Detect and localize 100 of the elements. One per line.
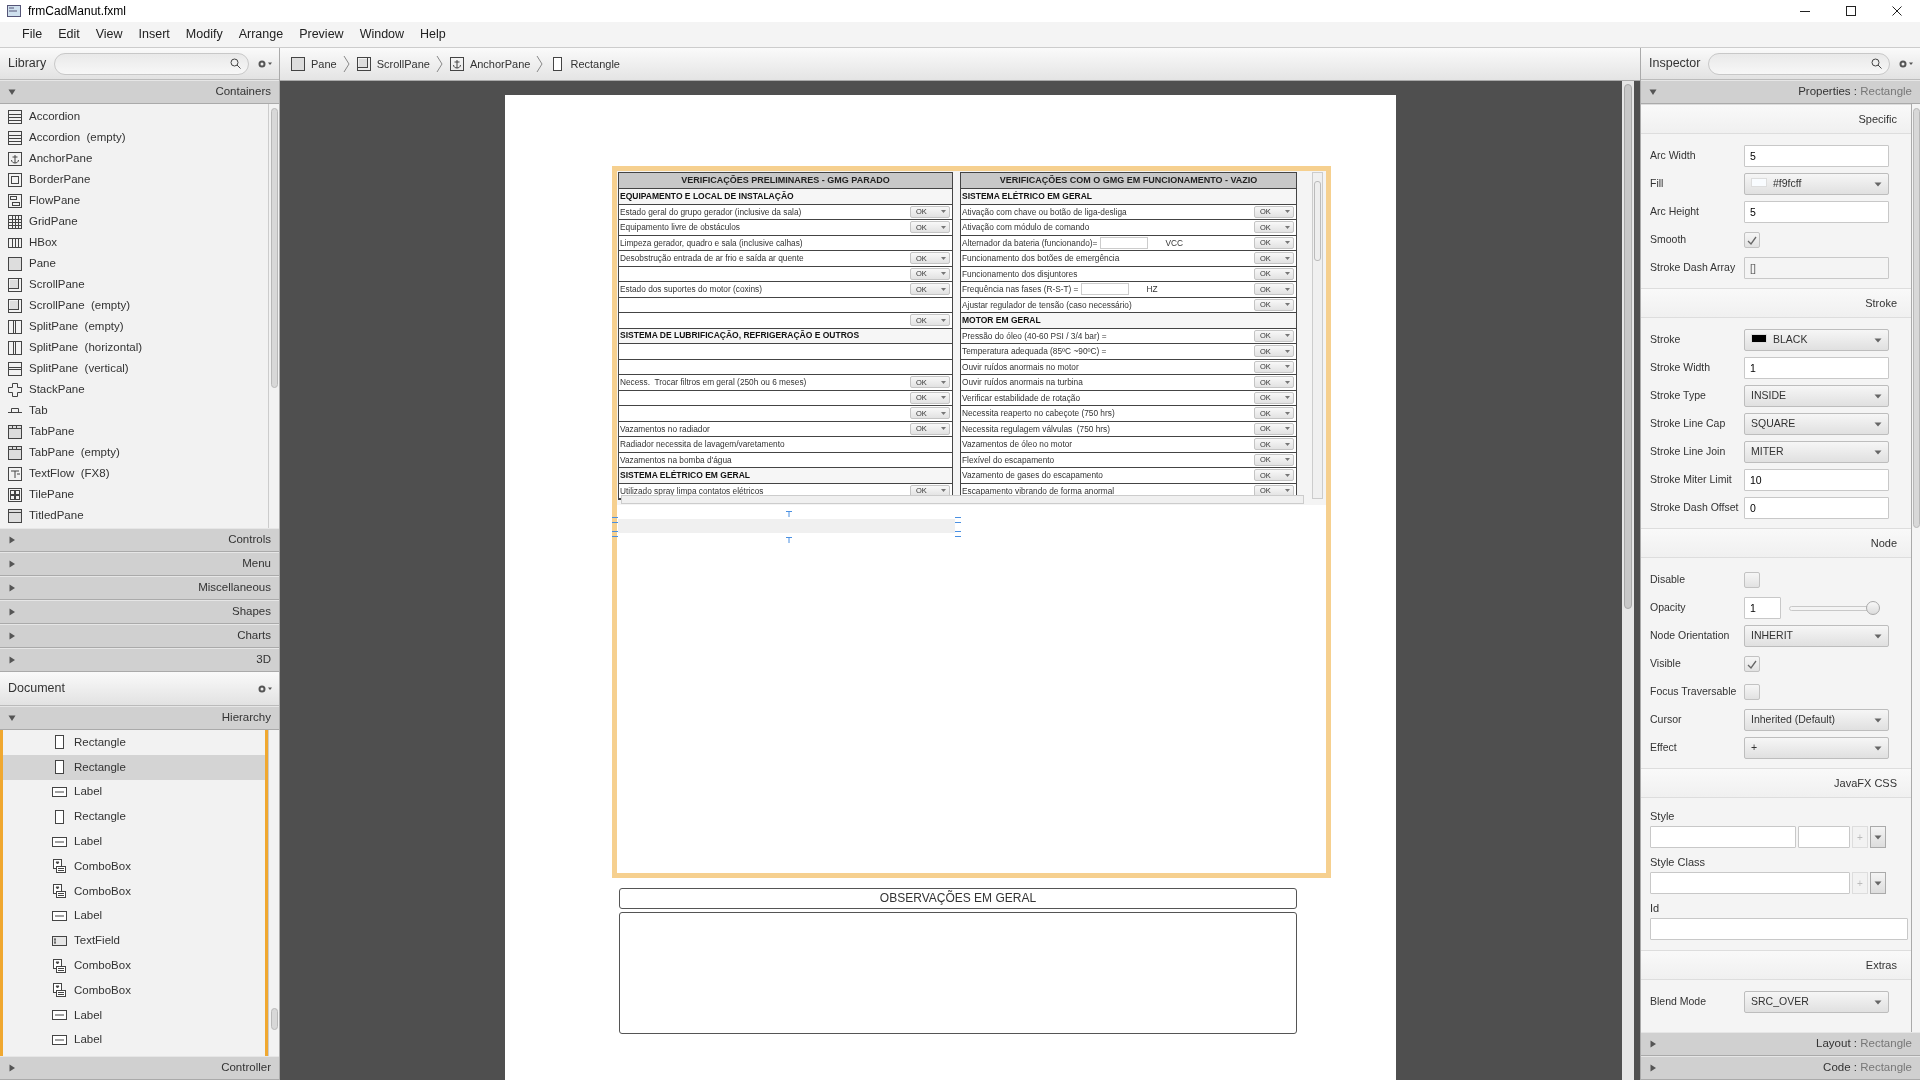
library-item[interactable]: ScrollPane (empty) xyxy=(0,295,268,316)
hierarchy-item[interactable]: TextField xyxy=(3,928,265,954)
hierarchy-item[interactable]: Rectangle xyxy=(3,804,265,830)
gear-menu-icon[interactable] xyxy=(257,58,273,69)
hierarchy-item[interactable]: Rectangle xyxy=(3,754,265,780)
library-item[interactable]: GridPane xyxy=(0,211,268,232)
expand-arrow-icon[interactable] xyxy=(8,608,16,616)
gear-menu-icon[interactable] xyxy=(257,683,273,694)
property-dropdown[interactable]: INHERIT xyxy=(1744,625,1889,647)
menu-item[interactable]: Edit xyxy=(50,23,88,46)
expand-arrow-icon[interactable] xyxy=(8,536,16,544)
input-field[interactable] xyxy=(1081,283,1130,296)
section-header[interactable]: Code : Rectangle xyxy=(1641,1056,1920,1080)
property-dropdown[interactable]: Inherited (Default) xyxy=(1744,709,1889,731)
menu-item[interactable]: Window xyxy=(351,23,413,46)
collapse-arrow-icon[interactable] xyxy=(8,88,16,96)
hierarchy-item[interactable]: ComboBox xyxy=(3,878,265,904)
hierarchy-item[interactable]: ComboBox xyxy=(3,977,265,1003)
section-header[interactable]: Containers xyxy=(0,80,279,104)
resize-handle-icon[interactable] xyxy=(612,517,618,523)
resize-handle-icon[interactable] xyxy=(955,517,961,523)
section-header[interactable]: Controller xyxy=(0,1056,279,1080)
expand-arrow-icon[interactable] xyxy=(8,560,16,568)
color-picker[interactable]: #f9fcff xyxy=(1744,173,1889,195)
hierarchy-item[interactable]: Label xyxy=(3,829,265,854)
resize-handle-icon[interactable] xyxy=(786,537,792,543)
menu-item[interactable]: Arrange xyxy=(230,23,292,46)
property-dropdown[interactable]: MITER xyxy=(1744,441,1889,463)
section-header[interactable]: Menu xyxy=(0,552,279,576)
hierarchy-item[interactable]: Rectangle xyxy=(3,730,265,755)
library-item[interactable]: StackPane xyxy=(0,379,268,400)
property-field[interactable]: 0 xyxy=(1744,497,1889,519)
property-field[interactable]: 5 xyxy=(1744,145,1889,167)
breadcrumb-item[interactable]: ScrollPane xyxy=(353,55,432,73)
style-field[interactable] xyxy=(1650,826,1796,848)
menu-item[interactable]: File xyxy=(14,23,51,46)
search-field[interactable] xyxy=(1708,52,1890,75)
checkbox[interactable] xyxy=(1744,572,1760,588)
menu-item[interactable]: View xyxy=(87,23,131,46)
collapse-arrow-icon[interactable] xyxy=(1649,88,1657,96)
menu-item[interactable]: Preview xyxy=(291,23,352,46)
library-item[interactable]: TextFlow (FX8) xyxy=(0,463,268,484)
collapse-arrow-icon[interactable] xyxy=(8,714,16,722)
scrollbar[interactable] xyxy=(1911,104,1920,1032)
property-field[interactable]: 5 xyxy=(1744,201,1889,223)
resize-handle-icon[interactable] xyxy=(612,531,618,537)
input-field[interactable] xyxy=(1100,236,1149,249)
section-header[interactable]: Shapes xyxy=(0,600,279,624)
menu-item[interactable]: Help xyxy=(412,23,454,46)
slider-thumb[interactable] xyxy=(1866,600,1880,615)
gear-menu-icon[interactable] xyxy=(1898,58,1914,69)
scrollbar[interactable] xyxy=(268,730,279,1056)
library-item[interactable]: TabPane xyxy=(0,421,268,442)
scrollbar[interactable] xyxy=(268,104,279,528)
hierarchy-item[interactable]: ComboBox xyxy=(3,953,265,978)
checkbox[interactable] xyxy=(1744,656,1760,672)
hierarchy-item[interactable]: Label xyxy=(3,1027,265,1053)
section-header[interactable]: Layout : Rectangle xyxy=(1641,1032,1920,1056)
expand-arrow-icon[interactable] xyxy=(8,1064,16,1072)
expand-arrow-icon[interactable] xyxy=(8,632,16,640)
library-item[interactable]: BorderPane xyxy=(0,169,268,190)
library-item[interactable]: Tab xyxy=(0,400,268,421)
section-header[interactable]: 3D xyxy=(0,648,279,672)
section-header[interactable]: Miscellaneous xyxy=(0,576,279,600)
property-dropdown[interactable]: + xyxy=(1744,737,1889,759)
hierarchy-item[interactable]: ComboBox xyxy=(3,854,265,879)
library-item[interactable]: Accordion (empty) xyxy=(0,127,268,148)
section-header[interactable]: Hierarchy xyxy=(0,706,279,730)
library-item[interactable]: TabPane (empty) xyxy=(0,442,268,463)
checkbox[interactable] xyxy=(1744,232,1760,248)
breadcrumb-item[interactable]: Pane xyxy=(288,55,339,73)
library-item[interactable]: SplitPane (vertical) xyxy=(0,358,268,379)
hierarchy-item[interactable]: Label xyxy=(3,779,265,805)
property-field[interactable]: [] xyxy=(1744,257,1889,279)
library-item[interactable]: HBox xyxy=(0,232,268,253)
library-item[interactable]: SplitPane (horizontal) xyxy=(0,337,268,358)
property-field[interactable]: 1 xyxy=(1744,357,1889,379)
id-field[interactable] xyxy=(1650,918,1908,940)
checkbox[interactable] xyxy=(1744,684,1760,700)
section-header[interactable]: Charts xyxy=(0,624,279,648)
library-item[interactable]: TitledPane xyxy=(0,505,268,526)
library-item[interactable]: AnchorPane xyxy=(0,148,268,169)
scrollbar[interactable] xyxy=(621,495,1304,504)
expand-arrow-icon[interactable] xyxy=(8,656,16,664)
scrollbar[interactable] xyxy=(1312,172,1323,499)
property-field[interactable]: 10 xyxy=(1744,469,1889,491)
breadcrumb-item[interactable]: Rectangle xyxy=(547,55,622,73)
library-item[interactable]: SplitPane (empty) xyxy=(0,316,268,337)
style-class-field[interactable] xyxy=(1650,872,1850,894)
library-item[interactable]: TilePane xyxy=(0,484,268,505)
menu-item[interactable]: Insert xyxy=(130,23,178,46)
color-picker[interactable]: BLACK xyxy=(1744,329,1889,351)
library-item[interactable]: ScrollPane xyxy=(0,274,268,295)
resize-handle-icon[interactable] xyxy=(786,511,792,517)
menu-item[interactable]: Modify xyxy=(177,23,231,46)
library-item[interactable]: Pane xyxy=(0,253,268,274)
library-item[interactable]: FlowPane xyxy=(0,190,268,211)
resize-handle-icon[interactable] xyxy=(955,531,961,537)
expand-arrow-icon[interactable] xyxy=(8,584,16,592)
scrollbar[interactable] xyxy=(1622,81,1634,1080)
